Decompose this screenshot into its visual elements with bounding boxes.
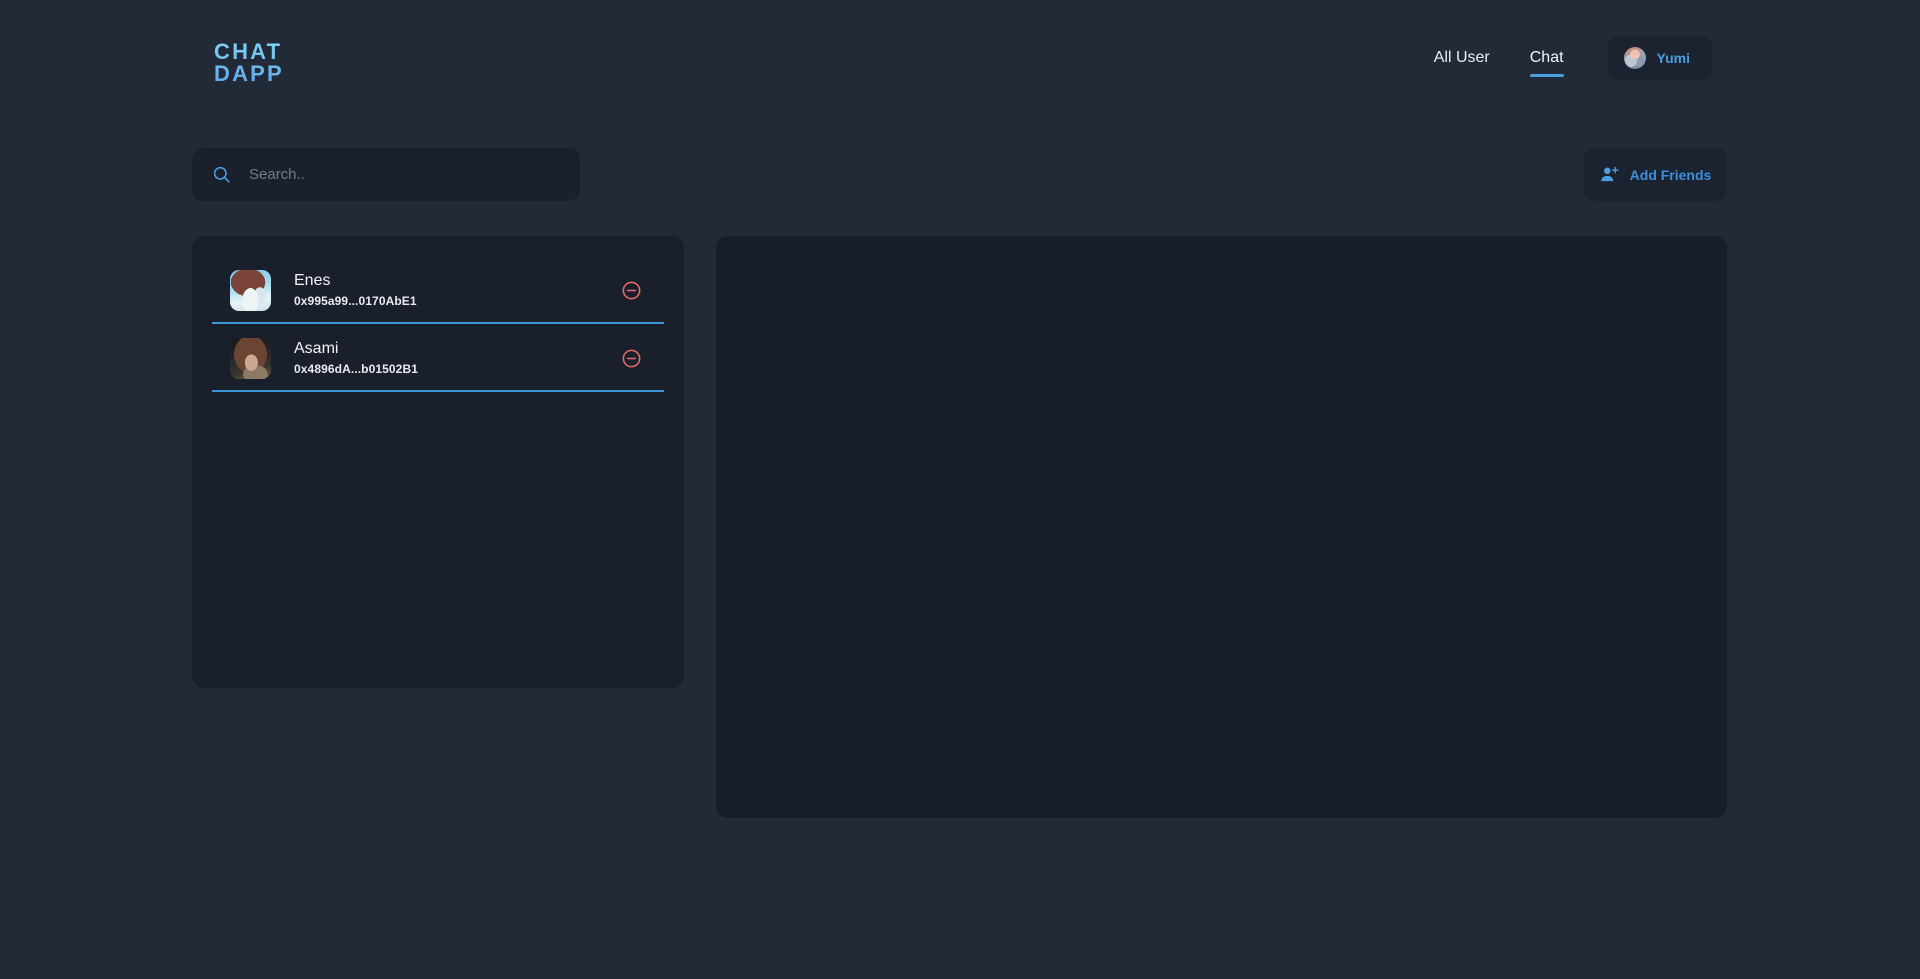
- friend-info: Enes 0x995a99...0170AbE1: [294, 272, 621, 308]
- friend-name: Enes: [294, 272, 331, 289]
- user-plus-icon: [1600, 167, 1619, 182]
- remove-friend-button[interactable]: [621, 348, 642, 369]
- chat-panel: [716, 236, 1727, 818]
- friend-list-item[interactable]: Enes 0x995a99...0170AbE1: [212, 256, 664, 324]
- friend-avatar-icon: [230, 269, 271, 311]
- friend-avatar-icon: [230, 337, 271, 379]
- friend-list-item[interactable]: Asami 0x4896dA...b01502B1: [212, 324, 664, 392]
- friend-name: Asami: [294, 340, 339, 357]
- search-input[interactable]: [249, 148, 580, 201]
- logo-line-2: DAPP: [214, 61, 284, 86]
- friend-wallet-address: 0x4896dA...b01502B1: [294, 362, 418, 376]
- main-nav: All User Chat Yumi: [1434, 36, 1712, 90]
- nav-link-chat[interactable]: Chat: [1529, 49, 1564, 77]
- logo-line-1: CHAT: [214, 39, 283, 64]
- app-logo[interactable]: CHAT DAPP: [214, 41, 284, 85]
- add-friends-button[interactable]: Add Friends: [1584, 148, 1727, 201]
- profile-chip[interactable]: Yumi: [1607, 36, 1712, 80]
- remove-friend-button[interactable]: [621, 280, 642, 301]
- minus-circle-icon: [622, 281, 641, 299]
- app-header: CHAT DAPP All User Chat Yumi: [0, 0, 1920, 110]
- profile-name: Yumi: [1656, 50, 1690, 66]
- friend-list-card: Enes 0x995a99...0170AbE1 Asami 0x4896dA.…: [192, 236, 684, 688]
- friend-wallet-address: 0x995a99...0170AbE1: [294, 294, 417, 308]
- minus-circle-icon: [622, 349, 641, 367]
- search-bar[interactable]: [192, 148, 580, 201]
- nav-link-all-user[interactable]: All User: [1434, 49, 1490, 77]
- chat-dapp-page: CHAT DAPP All User Chat Yumi Add Friends: [0, 0, 1920, 979]
- search-icon: [213, 166, 230, 183]
- user-avatar-icon: [1623, 47, 1646, 69]
- friend-info: Asami 0x4896dA...b01502B1: [294, 340, 621, 376]
- add-friends-label: Add Friends: [1629, 166, 1712, 183]
